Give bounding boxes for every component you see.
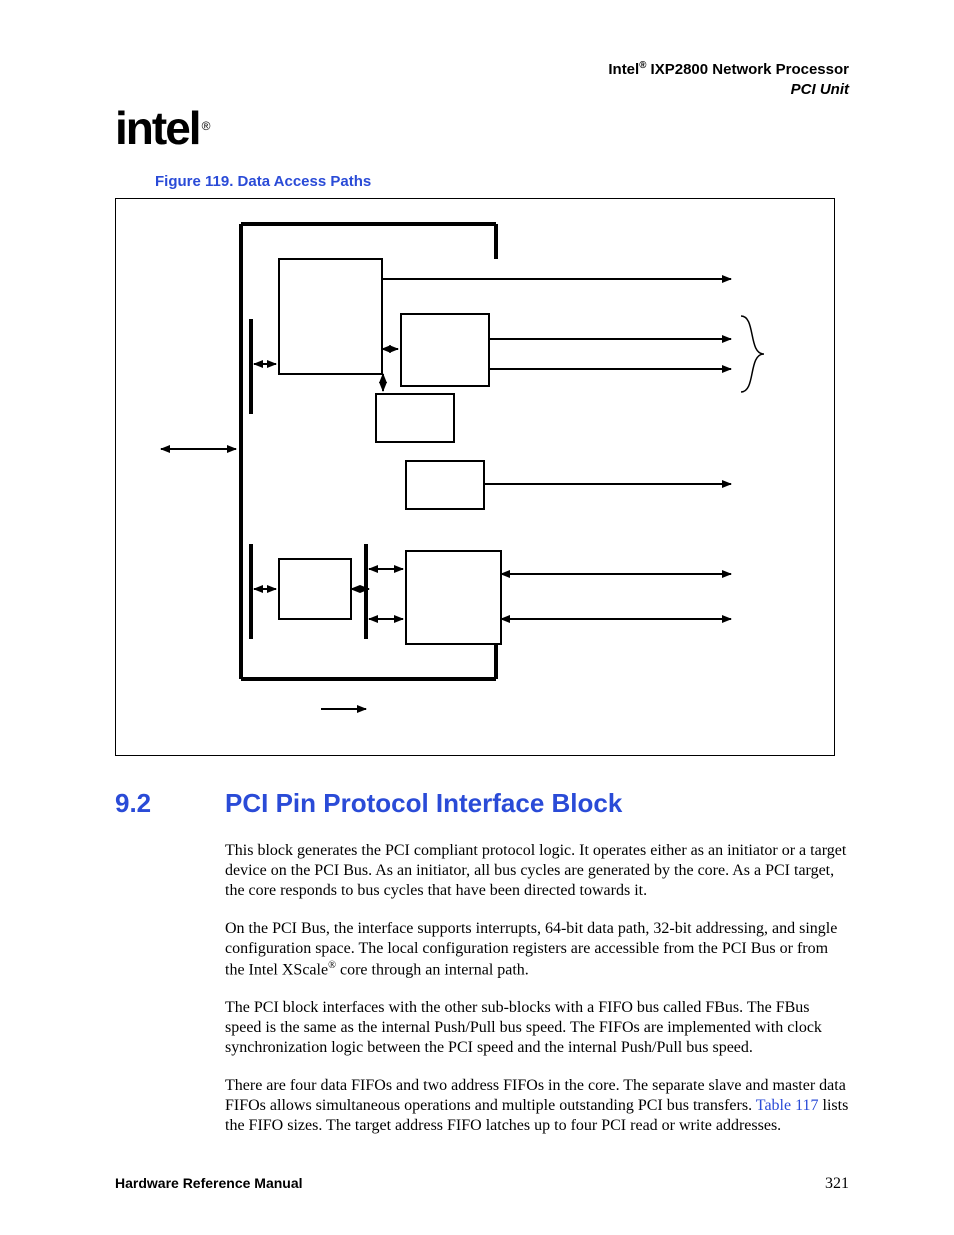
figure-caption: Figure 119. Data Access Paths (155, 173, 849, 190)
paragraph: There are four data FIFOs and two addres… (225, 1076, 849, 1136)
figure-diagram (115, 198, 835, 756)
section-number: 9.2 (115, 788, 225, 819)
page-footer: Hardware Reference Manual 321 (115, 1175, 849, 1193)
registered-icon: ® (328, 960, 336, 971)
header-unit: PCI Unit (791, 81, 849, 98)
footer-page-number: 321 (825, 1175, 849, 1193)
section-heading: 9.2 PCI Pin Protocol Interface Block (115, 788, 849, 819)
header-product-prefix: Intel (608, 61, 639, 78)
paragraph: On the PCI Bus, the interface supports i… (225, 919, 849, 980)
paragraph: This block generates the PCI compliant p… (225, 841, 849, 901)
footer-manual-name: Hardware Reference Manual (115, 1175, 303, 1193)
body-text: This block generates the PCI compliant p… (225, 841, 849, 1136)
intel-logo: intel® (115, 101, 849, 155)
logo-text: intel (115, 102, 200, 154)
section-title: PCI Pin Protocol Interface Block (225, 788, 622, 819)
registered-icon: ® (202, 119, 209, 133)
paragraph: The PCI block interfaces with the other … (225, 998, 849, 1058)
page-header: Intel® IXP2800 Network Processor PCI Uni… (115, 60, 849, 99)
table-cross-reference[interactable]: Table 117 (756, 1097, 819, 1114)
header-product: IXP2800 Network Processor (646, 61, 849, 78)
data-access-paths-diagram (116, 199, 834, 755)
